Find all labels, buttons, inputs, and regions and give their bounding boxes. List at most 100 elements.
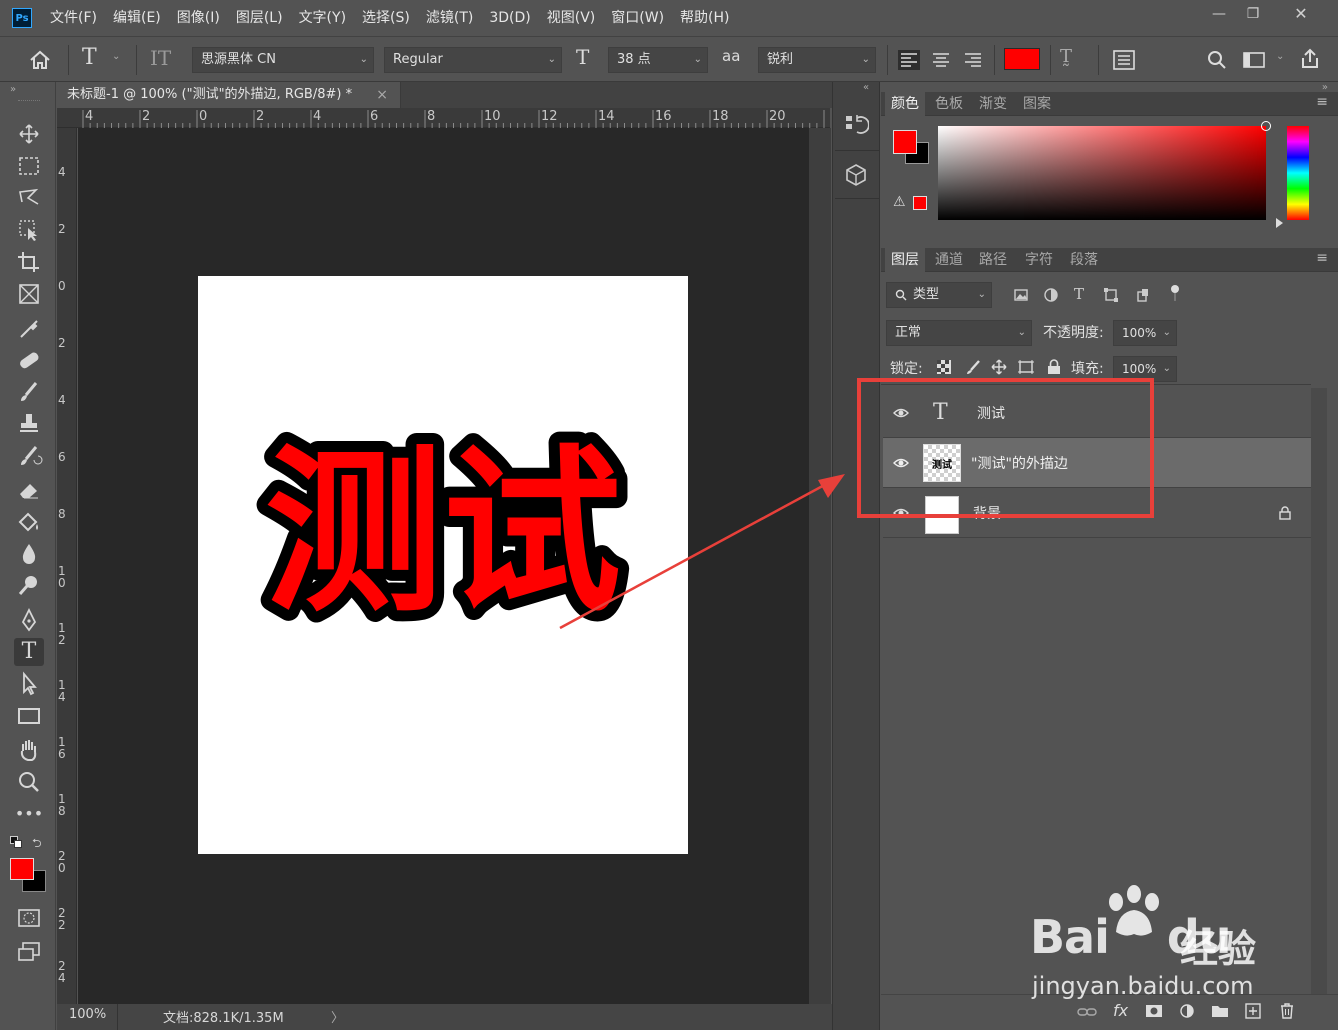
document-tab[interactable]: 未标题-1 @ 100% ("测试"的外描边, RGB/8#) * × xyxy=(57,82,401,108)
screen-mode-icon[interactable] xyxy=(14,938,44,966)
color-picker-field[interactable] xyxy=(938,121,1271,220)
lock-transparent-icon[interactable] xyxy=(937,360,951,374)
menu-layer[interactable]: 图层(L) xyxy=(228,0,291,36)
layer-name[interactable]: 背景 xyxy=(973,503,1001,523)
tab-channels[interactable]: 通道 xyxy=(929,248,969,272)
menu-3d[interactable]: 3D(D) xyxy=(481,0,538,36)
swap-colors-icon[interactable]: ⮌ xyxy=(32,834,42,855)
smart-object-filter-icon[interactable] xyxy=(1135,287,1151,303)
filter-toggle[interactable] xyxy=(1171,285,1179,301)
document-canvas[interactable]: 测试 测试 xyxy=(198,276,688,854)
collapse-icon[interactable]: « xyxy=(863,82,869,93)
type-tool-icon[interactable]: T xyxy=(14,638,44,666)
lasso-tool-icon[interactable] xyxy=(14,184,44,212)
tab-gradients[interactable]: 渐变 xyxy=(973,92,1013,116)
type-tool-preset-icon[interactable]: T xyxy=(82,45,97,70)
foreground-color-swatch[interactable] xyxy=(893,130,917,154)
align-center-icon[interactable] xyxy=(930,50,952,70)
visibility-eye-icon[interactable] xyxy=(893,455,909,471)
home-icon[interactable] xyxy=(28,49,52,71)
search-icon[interactable] xyxy=(1206,49,1228,71)
tab-character[interactable]: 字符 xyxy=(1019,248,1059,272)
hue-slider[interactable] xyxy=(1287,126,1309,220)
quick-mask-icon[interactable] xyxy=(14,904,44,932)
pen-tool-icon[interactable] xyxy=(14,606,44,634)
workspace-icon[interactable] xyxy=(1242,50,1266,70)
chevron-down-icon[interactable]: ⌄ xyxy=(112,51,120,62)
align-left-icon[interactable] xyxy=(898,50,920,70)
marquee-tool-icon[interactable] xyxy=(14,152,44,180)
healing-brush-tool-icon[interactable] xyxy=(14,346,44,374)
layer-filter-select[interactable]: 类型 ⌄ xyxy=(886,282,992,308)
menu-edit[interactable]: 编辑(E) xyxy=(105,0,169,36)
warp-text-icon[interactable]: T̰ xyxy=(1060,46,1072,67)
lock-pixels-icon[interactable] xyxy=(965,359,981,375)
history-brush-tool-icon[interactable] xyxy=(14,442,44,470)
history-panel-icon[interactable] xyxy=(843,112,869,138)
visibility-eye-icon[interactable] xyxy=(893,505,909,521)
dodge-tool-icon[interactable] xyxy=(14,572,44,600)
layer-thumbnail[interactable]: 测试 xyxy=(923,444,961,482)
menu-type[interactable]: 文字(Y) xyxy=(291,0,354,36)
blur-tool-icon[interactable] xyxy=(14,540,44,568)
close-button[interactable]: ✕ xyxy=(1286,4,1316,24)
frame-tool-icon[interactable] xyxy=(14,280,44,308)
menu-image[interactable]: 图像(I) xyxy=(169,0,228,36)
menu-file[interactable]: 文件(F) xyxy=(42,0,105,36)
opacity-input[interactable]: 100% ⌄ xyxy=(1113,320,1177,346)
vertical-scrollbar[interactable] xyxy=(809,128,831,1004)
font-family-select[interactable]: 思源黑体 CN ⌄ xyxy=(192,47,374,73)
panel-menu-icon[interactable]: ≡ xyxy=(1316,250,1328,266)
tab-swatches[interactable]: 色板 xyxy=(929,92,969,116)
lock-all-icon[interactable] xyxy=(1047,359,1061,375)
default-colors-icon[interactable] xyxy=(10,836,22,848)
tab-layers[interactable]: 图层 xyxy=(885,248,925,272)
eyedropper-tool-icon[interactable] xyxy=(14,314,44,342)
menu-select[interactable]: 选择(S) xyxy=(354,0,418,36)
stamp-tool-icon[interactable] xyxy=(14,410,44,438)
text-color-swatch[interactable] xyxy=(1004,48,1040,70)
blend-mode-select[interactable]: 正常 ⌄ xyxy=(886,320,1032,346)
rectangle-tool-icon[interactable] xyxy=(14,702,44,730)
fill-input[interactable]: 100% ⌄ xyxy=(1113,356,1177,382)
layer-thumbnail[interactable] xyxy=(925,496,959,534)
adjustment-filter-icon[interactable] xyxy=(1043,287,1059,303)
layer-row-text[interactable]: T 测试 xyxy=(883,388,1311,438)
shape-filter-icon[interactable] xyxy=(1103,287,1119,303)
crop-tool-icon[interactable] xyxy=(14,248,44,276)
panel-menu-icon[interactable]: ≡ xyxy=(1316,94,1328,110)
lock-artboard-icon[interactable] xyxy=(1017,359,1035,375)
layer-row-outline[interactable]: 测试 "测试"的外描边 xyxy=(883,438,1311,488)
tab-paths[interactable]: 路径 xyxy=(973,248,1013,272)
color-picker-cursor[interactable] xyxy=(1261,121,1271,131)
hue-slider-handle[interactable] xyxy=(1276,218,1283,228)
font-size-select[interactable]: 38 点 ⌄ xyxy=(608,47,708,73)
panels-toggle-icon[interactable] xyxy=(1112,49,1136,71)
text-orientation-icon[interactable]: IT xyxy=(150,46,171,70)
paint-bucket-tool-icon[interactable] xyxy=(14,508,44,536)
move-tool-icon[interactable] xyxy=(14,120,44,148)
type-filter-icon[interactable]: T xyxy=(1074,285,1084,303)
gamut-swatch[interactable] xyxy=(913,196,927,210)
tab-color[interactable]: 颜色 xyxy=(885,92,925,116)
path-select-tool-icon[interactable] xyxy=(14,670,44,698)
tab-paragraph[interactable]: 段落 xyxy=(1064,248,1104,272)
align-right-icon[interactable] xyxy=(962,50,984,70)
lock-position-icon[interactable] xyxy=(991,359,1007,375)
minimize-button[interactable]: — xyxy=(1204,4,1234,24)
status-menu-arrow[interactable]: 〉 xyxy=(331,1007,344,1026)
zoom-level[interactable]: 100% xyxy=(69,1007,106,1022)
layer-name[interactable]: "测试"的外描边 xyxy=(971,453,1068,473)
restore-button[interactable]: ❐ xyxy=(1238,4,1268,24)
menu-view[interactable]: 视图(V) xyxy=(539,0,604,36)
layer-row-background[interactable]: 背景 xyxy=(883,488,1311,538)
share-icon[interactable] xyxy=(1298,47,1322,71)
font-style-select[interactable]: Regular ⌄ xyxy=(384,47,562,73)
object-select-tool-icon[interactable] xyxy=(14,216,44,244)
visibility-eye-icon[interactable] xyxy=(893,405,909,421)
antialias-select[interactable]: 锐利 ⌄ xyxy=(758,47,876,73)
close-tab-icon[interactable]: × xyxy=(376,82,388,108)
collapse-icon[interactable]: » xyxy=(10,84,16,95)
zoom-tool-icon[interactable] xyxy=(14,768,44,796)
foreground-color-swatch[interactable] xyxy=(10,858,34,880)
